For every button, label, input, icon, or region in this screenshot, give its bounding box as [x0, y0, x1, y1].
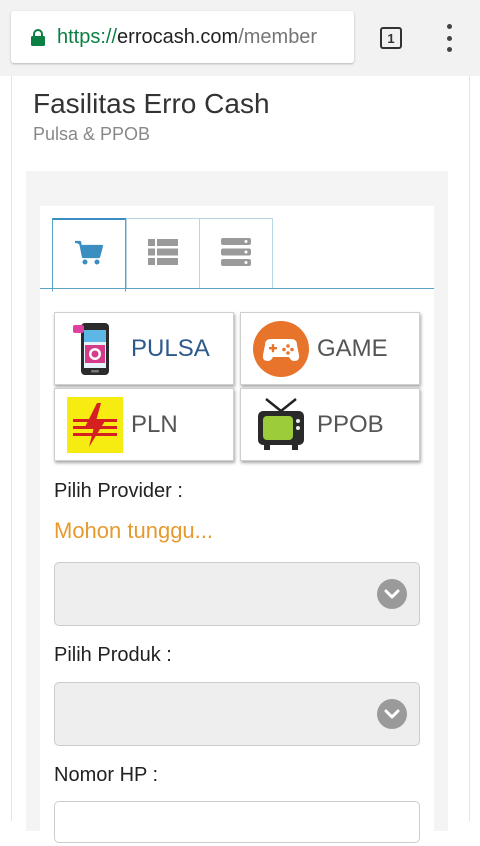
service-label: PPOB	[317, 410, 384, 438]
menu-dot	[446, 35, 452, 41]
electricity-icon	[65, 395, 125, 455]
page-border	[469, 76, 470, 821]
service-ppob[interactable]: PPOB	[240, 388, 420, 461]
menu-dot	[446, 24, 452, 29]
more-menu-button[interactable]	[440, 24, 458, 52]
url-path: /member	[238, 25, 318, 48]
page-border	[11, 76, 12, 821]
loading-text: Mohon tunggu...	[54, 518, 214, 543]
page-content: Fasilitas Erro Cash Pulsa & PPOB PULSA G…	[0, 76, 480, 846]
service-label: GAME	[317, 334, 388, 362]
list-icon	[148, 238, 178, 270]
browser-toolbar: https://errocash.com/member 1	[0, 0, 480, 76]
service-label: PULSA	[131, 334, 210, 362]
lock-icon	[31, 29, 45, 46]
url-host: errocash.com	[117, 25, 239, 48]
url-scheme: https://	[57, 25, 118, 48]
cart-icon	[74, 239, 104, 272]
chevron-down-icon	[377, 699, 407, 729]
phone-input[interactable]	[54, 801, 420, 843]
phone-label: Nomor HP :	[54, 764, 159, 786]
tv-icon	[251, 395, 311, 455]
chevron-down-icon	[377, 579, 407, 609]
tab-switcher-button[interactable]: 1	[380, 27, 402, 49]
page-subtitle: Pulsa & PPOB	[33, 124, 151, 144]
tab-cart[interactable]	[52, 218, 126, 292]
menu-dot	[446, 47, 452, 52]
product-select[interactable]	[54, 682, 420, 746]
provider-select[interactable]	[54, 562, 420, 626]
service-grid: PULSA GAME PLN PPOB	[54, 312, 420, 462]
service-label: PLN	[131, 410, 178, 438]
tab-list[interactable]	[126, 218, 200, 289]
product-label: Pilih Produk :	[54, 644, 172, 666]
service-pln[interactable]: PLN	[54, 388, 234, 461]
page-title: Fasilitas Erro Cash	[33, 88, 270, 119]
provider-label: Pilih Provider :	[54, 480, 183, 502]
gamepad-icon	[251, 319, 311, 379]
phone-icon	[65, 319, 125, 379]
address-bar[interactable]: https://errocash.com/member	[11, 11, 354, 63]
tab-server[interactable]	[199, 218, 273, 289]
tabs-divider	[40, 288, 434, 289]
service-pulsa[interactable]: PULSA	[54, 312, 234, 385]
url-text: https://errocash.com/member	[57, 26, 317, 49]
server-icon	[221, 237, 251, 271]
service-game[interactable]: GAME	[240, 312, 420, 385]
